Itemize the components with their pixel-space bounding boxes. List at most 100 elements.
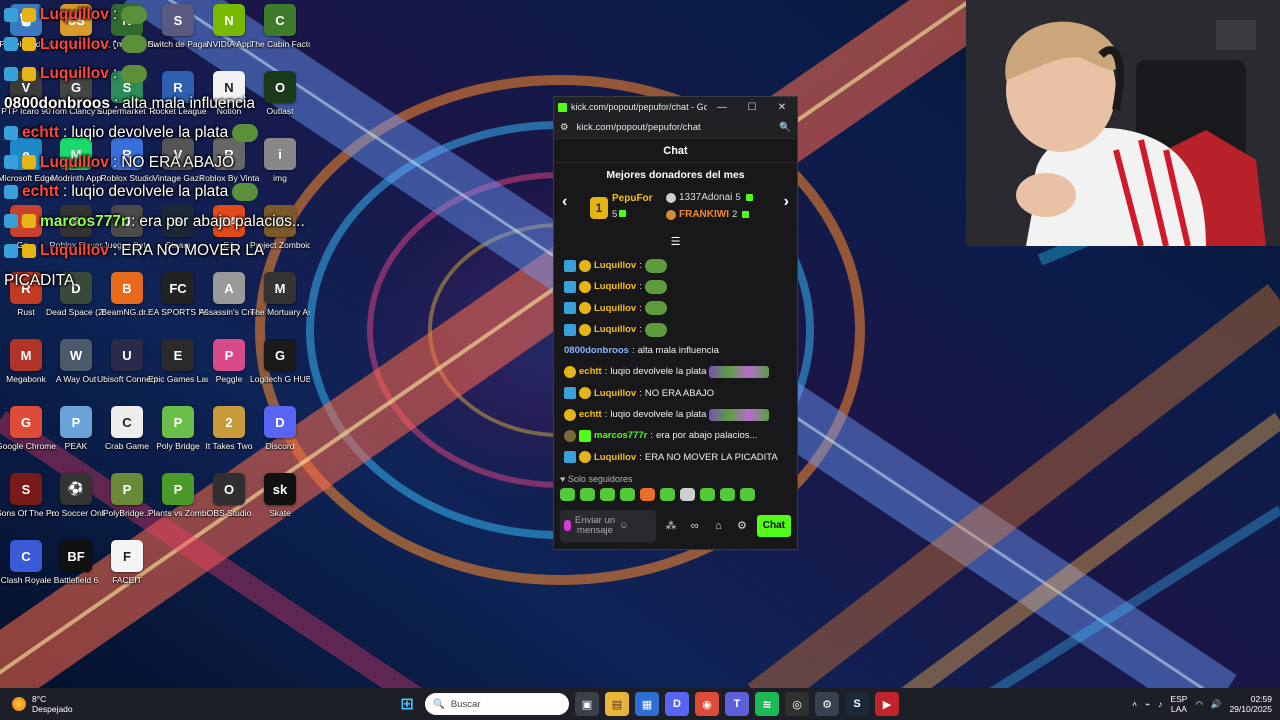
quick-emote-icon[interactable] [740, 487, 755, 501]
chat-username[interactable]: Luquillov [594, 255, 636, 276]
url-text[interactable]: kick.com/popout/pepufor/chat [577, 122, 772, 133]
desktop-icon[interactable]: W A Way Out [50, 339, 102, 403]
chat-username[interactable]: Luquillov [594, 276, 636, 297]
chat-message[interactable]: 0800donbroos: alta mala influencia [564, 340, 787, 361]
chat-username[interactable]: Luquillov [594, 298, 636, 319]
chat-message[interactable]: Luquillov: [564, 298, 787, 319]
chat-username[interactable]: echtt [579, 404, 602, 425]
desktop-icon[interactable]: C Crab Game [101, 406, 153, 470]
quick-emote-icon[interactable] [560, 487, 575, 501]
steam-icon[interactable]: S [845, 692, 869, 716]
quick-emote-icon[interactable] [620, 487, 635, 501]
quick-emote-bar[interactable] [554, 484, 797, 506]
discord-icon[interactable]: D [665, 692, 689, 716]
game-app-icon[interactable]: ▶ [875, 692, 899, 716]
gray-badge-icon[interactable] [564, 430, 576, 443]
desktop-icon[interactable]: U Ubisoft Connect [97, 339, 157, 403]
close-button[interactable]: ✕ [767, 102, 797, 113]
points-icon[interactable]: ⁂ [662, 519, 680, 532]
chat-message[interactable]: marcos777r: era por abajo palacios... [564, 425, 787, 446]
desktop-icon[interactable]: F FACEIT [101, 540, 153, 604]
quick-emote-icon[interactable] [700, 487, 715, 501]
desktop-icon[interactable]: E Epic Games Launcher [148, 339, 208, 403]
gold-badge-icon[interactable] [579, 259, 591, 272]
quick-emote-icon[interactable] [640, 487, 655, 501]
desktop-icon[interactable]: C Clash Royale [0, 540, 52, 604]
volume-icon[interactable]: 🔊 [1211, 699, 1222, 710]
file-explorer-icon[interactable]: ▤ [605, 692, 629, 716]
maximize-button[interactable]: ☐ [737, 102, 767, 113]
desktop-icon[interactable]: G Logitech G HUB [250, 339, 310, 403]
desktop-icon[interactable]: ⚽ Pro Soccer Online [46, 473, 106, 537]
address-bar[interactable]: ⚙ kick.com/popout/pepufor/chat 🔍 [554, 117, 797, 139]
chat-username[interactable]: Luquillov [594, 383, 636, 404]
microphone-icon[interactable]: ♪ [1158, 699, 1162, 709]
message-placeholder[interactable]: Enviar un mensaje [574, 515, 616, 536]
task-view-icon[interactable]: ▣ [575, 692, 599, 716]
network-icon[interactable]: ⌁ [1145, 699, 1150, 710]
chat-message[interactable]: Luquillov: NO ERA ABAJO [564, 383, 787, 404]
chat-message[interactable]: echtt: luqio devolvele la plata [564, 404, 787, 425]
zoom-icon[interactable]: 🔍 [779, 122, 791, 133]
desktop-icon[interactable]: D Discord [254, 406, 306, 470]
gold-badge-icon[interactable] [579, 323, 591, 336]
desktop-icon[interactable]: P Poly Bridge [152, 406, 204, 470]
collapse-menu-icon[interactable]: ☰ [554, 235, 797, 249]
chat-message[interactable]: echtt: luqio devolvele la plata [564, 361, 787, 382]
quick-emote-icon[interactable] [580, 487, 595, 501]
desktop-icon[interactable]: G Google Chrome [0, 406, 56, 470]
desktop-icon[interactable]: SSons Of The Forest [0, 473, 56, 537]
chat-username[interactable]: Luquillov [594, 447, 636, 468]
chat-username[interactable]: Luquillov [594, 319, 636, 340]
quick-emote-icon[interactable] [660, 487, 675, 501]
windows-start-icon[interactable]: ⊞ [395, 692, 419, 716]
settings-gear-icon[interactable]: ⚙ [733, 519, 751, 532]
desktop-icon[interactable]: sk Skate [254, 473, 306, 537]
quick-emote-icon[interactable] [720, 487, 735, 501]
desktop-icon[interactable]: 2 It Takes Two [203, 406, 255, 470]
teams-icon[interactable]: T [725, 692, 749, 716]
store-icon[interactable]: ⌂ [709, 520, 727, 532]
chevron-right-icon[interactable]: › [784, 193, 789, 211]
gold-badge-icon[interactable] [579, 387, 591, 400]
window-titlebar[interactable]: kick.com/popout/pepufor/chat - Go... — ☐… [554, 97, 797, 117]
star-badge-icon[interactable] [564, 451, 576, 464]
kick-chat-popout-window[interactable]: kick.com/popout/pepufor/chat - Go... — ☐… [553, 96, 798, 550]
weather-widget[interactable]: 8°C Despejado [0, 694, 120, 714]
chat-message[interactable]: Luquillov: [564, 276, 787, 297]
settings-icon[interactable]: ⚙ [815, 692, 839, 716]
quick-emote-icon[interactable] [600, 487, 615, 501]
quick-emote-icon[interactable] [680, 487, 695, 501]
gold-badge-icon[interactable] [564, 366, 576, 379]
star-badge-icon[interactable] [564, 323, 576, 336]
language-indicator[interactable]: ESP LAA [1170, 694, 1187, 714]
desktop-icon[interactable]: BF Battlefield 6 [50, 540, 102, 604]
gold-badge-icon[interactable] [564, 408, 576, 421]
chevron-left-icon[interactable]: ‹ [562, 193, 567, 211]
message-input[interactable]: Enviar un mensaje ☺ [560, 509, 657, 542]
spotify-icon[interactable]: ≋ [755, 692, 779, 716]
star-badge-icon[interactable] [564, 387, 576, 400]
infinity-icon[interactable]: ∞ [686, 520, 704, 532]
desktop-icon[interactable]: P PolyBridge... [101, 473, 153, 537]
minimize-button[interactable]: — [707, 102, 737, 113]
chrome-icon[interactable]: ◉ [695, 692, 719, 716]
gold-badge-icon[interactable] [579, 451, 591, 464]
desktop-icon[interactable]: O OBS Studio [203, 473, 255, 537]
desktop-icon[interactable]: P Peggle [203, 339, 255, 403]
emoji-icon[interactable]: ☺ [619, 520, 629, 531]
gold-badge-icon[interactable] [579, 302, 591, 315]
send-chat-button[interactable]: Chat [756, 514, 791, 537]
store-icon[interactable]: ▦ [635, 692, 659, 716]
desktop-icon[interactable]: P Plants vs Zombies Re... [148, 473, 208, 537]
star-badge-icon[interactable] [564, 259, 576, 272]
star-badge-icon[interactable] [564, 302, 576, 315]
taskbar-search[interactable]: 🔍 Buscar [425, 693, 569, 715]
chat-message[interactable]: Luquillov: [564, 319, 787, 340]
site-info-icon[interactable]: ⚙ [560, 122, 569, 133]
wifi-icon[interactable]: ◠ [1195, 699, 1202, 710]
chat-username[interactable]: 0800donbroos [564, 340, 629, 361]
chat-username[interactable]: echtt [579, 361, 602, 382]
obs-icon[interactable]: ◎ [785, 692, 809, 716]
chat-username[interactable]: marcos777r [594, 425, 647, 446]
